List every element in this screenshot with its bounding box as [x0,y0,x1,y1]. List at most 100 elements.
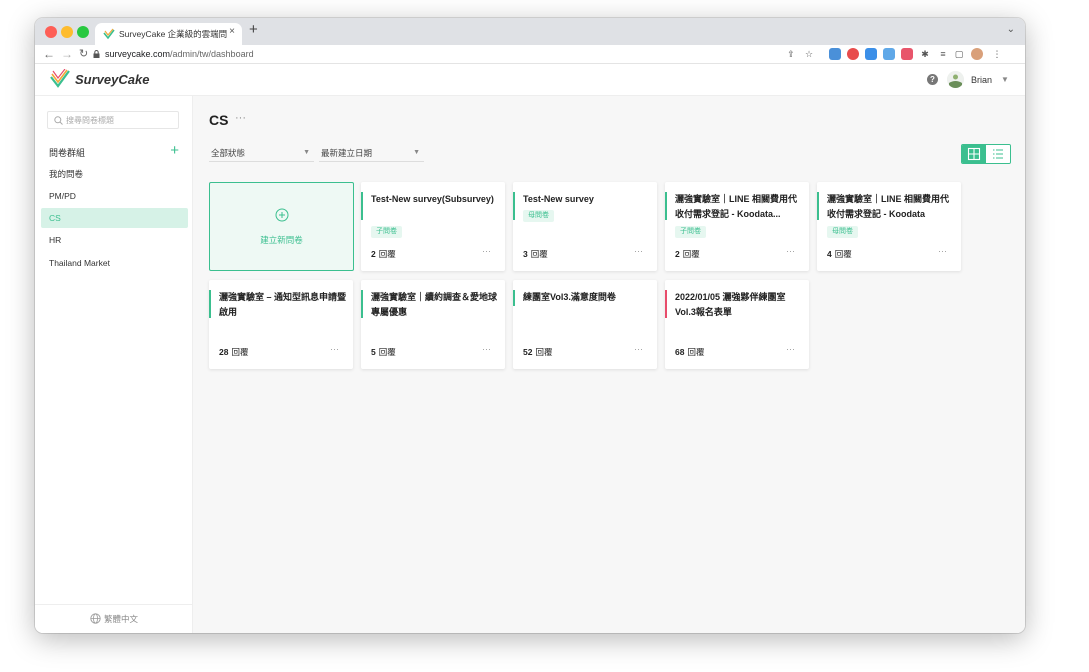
card-more-icon[interactable]: ··· [634,246,643,256]
response-count: 4 回覆 [827,248,852,260]
surveycake-logo[interactable]: SurveyCake [49,68,149,91]
response-count-number: 2 [371,249,376,259]
close-tab-icon[interactable]: × [229,26,235,37]
tab-search-chevron-icon[interactable]: ⌄ [1007,24,1015,35]
survey-card[interactable]: 練團室Vol3.滿意度問卷 52 回覆 ··· [513,280,657,369]
card-more-icon[interactable]: ··· [938,246,947,256]
page-title: CS [209,112,229,128]
survey-card[interactable]: Test-New survey(Subsurvey) 子問卷 2 回覆 ··· [361,182,505,271]
bookmark-star-icon[interactable]: ☆ [803,48,815,60]
survey-groups-header: 問卷群組 + [49,142,179,160]
card-more-icon[interactable]: ··· [634,344,643,354]
browser-menu-icon[interactable]: ⋮ [991,48,1003,60]
search-icon [54,116,63,125]
browser-tab[interactable]: SurveyCake 企業級的雲端問卷系統 × [95,23,242,45]
survey-card[interactable]: 2022/01/05 灑強夥伴練團室 Vol.3報名表單 68 回覆 ··· [665,280,809,369]
extension-calendar-icon[interactable] [829,48,841,60]
sidebar-item-hr[interactable]: HR [41,230,188,250]
response-count-number: 68 [675,347,685,357]
grid-view-button[interactable] [962,145,986,163]
create-survey-label: 建立新問卷 [260,235,303,245]
response-count: 2 回覆 [371,248,396,260]
survey-title: 灑強實驗室｜續約調查＆愛地球專屬優惠 [371,292,498,317]
grid-icon [967,147,981,161]
survey-title: 灑強實驗室 – 通知型訊息申請暨啟用 [219,292,347,317]
language-switcher[interactable]: 繁體中文 [35,604,193,633]
survey-badge: 母問卷 [523,210,554,222]
sidebar-item-cs[interactable]: CS [41,208,188,228]
response-count-number: 28 [219,347,229,357]
chevron-down-icon: ▼ [413,149,420,156]
card-more-icon[interactable]: ··· [482,246,491,256]
avatar[interactable] [947,71,964,88]
url-field[interactable]: surveycake.com/admin/tw/dashboard [93,47,793,62]
card-accent-bar [361,290,363,318]
card-accent-bar [665,290,667,318]
survey-title: 練團室Vol3.滿意度問卷 [523,292,616,302]
lock-icon [93,50,100,58]
new-tab-icon[interactable]: + [249,21,258,38]
back-arrow-icon[interactable]: ← [43,47,55,61]
user-menu-caret-icon[interactable]: ▼ [1001,75,1009,84]
side-panel-icon[interactable]: ▢ [953,48,965,60]
card-accent-bar [361,192,363,220]
response-count-unit: 回覆 [231,347,249,357]
survey-title: 灑強實驗室｜LINE 相關費用代收付需求登記 - Koodata [827,194,950,219]
survey-card[interactable]: 灑強實驗室｜LINE 相關費用代收付需求登記 - Koodata... 子問卷 … [665,182,809,271]
response-count-unit: 回覆 [535,347,553,357]
card-accent-bar [817,192,819,220]
card-more-icon[interactable]: ··· [786,246,795,256]
puzzle-extensions-icon[interactable]: ✱ [919,48,931,60]
tab-bar: SurveyCake 企業級的雲端問卷系統 × + ⌄ [35,18,1025,45]
share-icon[interactable]: ⇪ [785,48,797,60]
survey-card[interactable]: 灑強實驗室 – 通知型訊息申請暨啟用 28 回覆 ··· [209,280,353,369]
list-icon [993,149,1003,159]
url-path: /admin/tw/dashboard [170,49,254,59]
sort-value: 最新建立日期 [321,148,373,158]
surveycake-logo-icon [50,68,70,88]
main-content: CS ··· 全部狀態 ▼ 最新建立日期 ▼ 建立新問卷 Test-New su… [193,96,1025,633]
card-accent-bar [665,192,667,220]
chevron-down-icon: ▼ [303,149,310,156]
group-more-icon[interactable]: ··· [235,112,246,124]
close-window-button[interactable] [45,26,57,38]
survey-card[interactable]: Test-New survey 母問卷 3 回覆 ··· [513,182,657,271]
list-view-button[interactable] [986,145,1010,163]
search-input[interactable] [66,114,176,127]
sidebar-item-my-surveys[interactable]: 我的問卷 [41,164,188,184]
response-count-unit: 回覆 [687,347,705,357]
add-group-icon[interactable]: + [170,142,179,159]
survey-badge: 母問卷 [827,226,858,238]
survey-title: Test-New survey(Subsurvey) [371,194,494,204]
survey-title: 灑強實驗室｜LINE 相關費用代收付需求登記 - Koodata... [675,194,798,219]
sidebar-item-thailand-market[interactable]: Thailand Market [41,253,188,273]
extension-blue-icon[interactable] [865,48,877,60]
card-more-icon[interactable]: ··· [330,344,339,354]
response-count: 28 回覆 [219,346,248,358]
help-icon[interactable]: ? [927,74,938,85]
maximize-window-button[interactable] [77,26,89,38]
survey-card[interactable]: 灑強實驗室｜續約調查＆愛地球專屬優惠 5 回覆 ··· [361,280,505,369]
minimize-window-button[interactable] [61,26,73,38]
reload-icon[interactable]: ↻ [79,47,88,60]
survey-badge: 子問卷 [675,226,706,238]
survey-title: 2022/01/05 灑強夥伴練團室 Vol.3報名表單 [675,292,786,317]
extension-screen-icon[interactable] [883,48,895,60]
extension-red-icon[interactable] [847,48,859,60]
user-name[interactable]: Brian [971,75,992,85]
reading-list-icon[interactable]: ≡ [937,48,949,60]
sort-select[interactable]: 最新建立日期 ▼ [319,146,424,162]
create-survey-card[interactable]: 建立新問卷 [209,182,354,271]
card-more-icon[interactable]: ··· [786,344,795,354]
forward-arrow-icon[interactable]: → [61,47,73,61]
pocket-icon[interactable] [901,48,913,60]
sidebar-item-pm-pd[interactable]: PM/PD [41,186,188,206]
survey-card[interactable]: 灑強實驗室｜LINE 相關費用代收付需求登記 - Koodata 母問卷 4 回覆… [817,182,961,271]
tab-title: SurveyCake 企業級的雲端問卷系統 [119,29,227,39]
page: SurveyCake ? Brian ▼ 問卷群組 + 我的問卷 PM/PD C… [35,64,1025,633]
view-toggle [961,144,1011,164]
profile-avatar-icon[interactable] [971,48,983,60]
status-filter-select[interactable]: 全部狀態 ▼ [209,146,314,162]
response-count-unit: 回覆 [530,249,548,259]
card-more-icon[interactable]: ··· [482,344,491,354]
